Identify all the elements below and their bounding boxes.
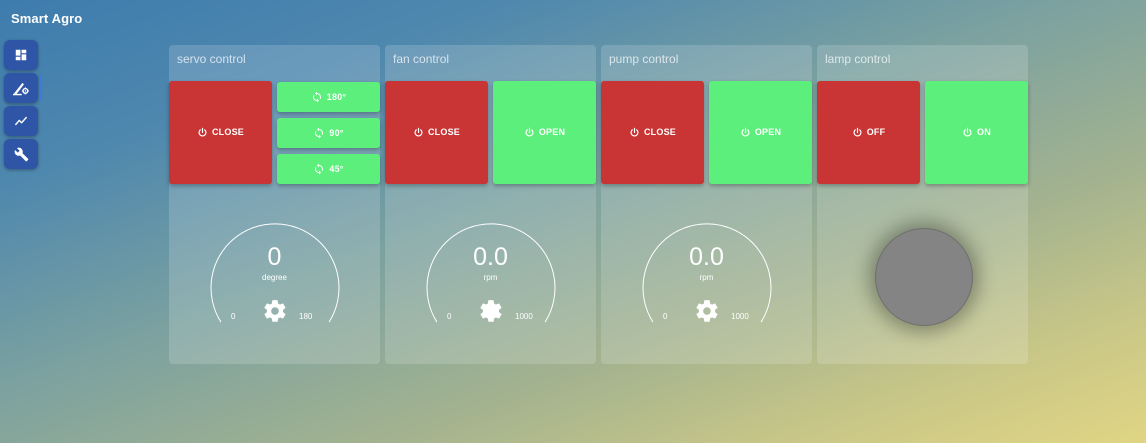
power-icon [525,127,534,137]
button-label: OFF [866,127,886,137]
card-title: pump control [609,52,679,66]
card-title: servo control [177,52,246,66]
power-icon [963,127,972,137]
refresh-icon [312,91,321,103]
lamp-indicator [875,228,973,326]
gauge-min: 0 [663,312,668,321]
button-label: OPEN [538,127,566,137]
gauge-max: 1000 [515,312,533,321]
gauge-value: 0.0 [689,243,724,271]
sidebar-item-dashboard[interactable] [4,40,38,70]
gauge-max: 1000 [731,312,749,321]
pump-open-button[interactable]: OPEN [709,81,812,184]
servo-45-button[interactable]: 45° [277,154,380,184]
power-icon [414,127,423,137]
dashboard-icon [15,49,27,61]
gauge-arc [426,223,556,323]
gauge-arc [642,223,772,323]
gauge-arc [210,223,340,323]
refresh-icon [315,163,324,175]
gauge-unit: rpm [699,273,714,282]
button-label: CLOSE [643,127,676,137]
app-title: Smart Agro [11,11,83,26]
button-label: 90° [329,127,344,138]
gauge-value: 0.0 [473,243,508,271]
button-label: ON [977,127,991,137]
control-icon [13,82,29,96]
servo-close-button[interactable]: CLOSE [169,81,272,184]
card-title: fan control [393,52,450,66]
fan-speed-gauge: 0.0 rpm 0 1000 [385,210,596,360]
gear-icon [264,300,286,322]
fan-control-card: fan control CLOSE OPEN 0.0 rpm 0 1000 [385,45,596,364]
sidebar-item-settings[interactable] [4,139,38,169]
button-label: CLOSE [427,127,460,137]
gear-icon [480,300,502,322]
refresh-icon [315,127,324,139]
button-label: CLOSE [211,127,244,137]
gear-icon [696,300,718,322]
gauge-max: 180 [299,312,313,321]
wrench-icon [14,147,28,161]
fan-open-button[interactable]: OPEN [493,81,596,184]
power-icon [630,127,639,137]
servo-angle-gauge: 0 degree 0 180 [169,210,380,360]
button-label: 180° [326,91,347,102]
button-label: OPEN [754,127,782,137]
servo-180-button[interactable]: 180° [277,82,380,112]
gauge-min: 0 [447,312,452,321]
lamp-control-card: lamp control OFF ON [817,45,1028,364]
lamp-off-button[interactable]: OFF [817,81,920,184]
servo-90-button[interactable]: 90° [277,118,380,148]
power-icon [853,127,862,137]
power-icon [741,127,750,137]
fan-close-button[interactable]: CLOSE [385,81,488,184]
gauge-min: 0 [231,312,236,321]
sidebar-item-charts[interactable] [4,106,38,136]
card-title: lamp control [825,52,891,66]
power-icon [198,127,207,137]
chart-icon [15,116,27,126]
gauge-value: 0 [267,243,282,271]
pump-speed-gauge: 0.0 rpm 0 1000 [601,210,812,360]
sidebar-item-control[interactable] [4,73,42,103]
servo-control-card: servo control CLOSE 180° 90° 45° 0 degre… [169,45,380,364]
gauge-unit: rpm [483,273,498,282]
pump-close-button[interactable]: CLOSE [601,81,704,184]
button-label: 45° [329,163,344,174]
pump-control-card: pump control CLOSE OPEN 0.0 rpm 0 1000 [601,45,812,364]
lamp-on-button[interactable]: ON [925,81,1028,184]
gauge-unit: degree [262,273,287,282]
